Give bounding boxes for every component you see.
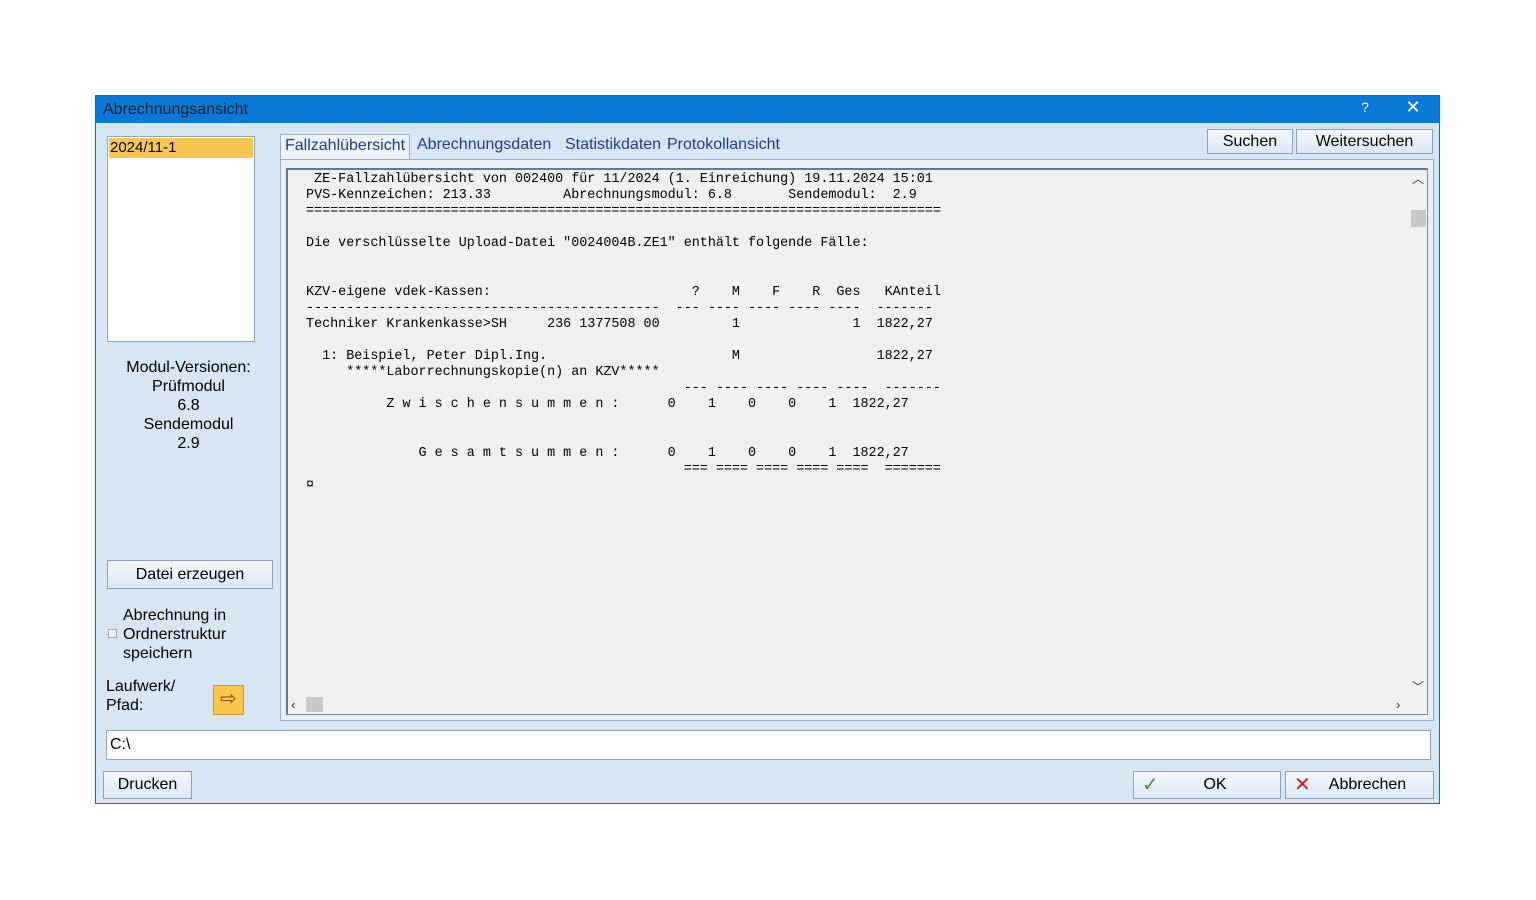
chevron-down-icon[interactable]: ﹀: [1412, 678, 1424, 695]
horizontal-scrollbar[interactable]: ‹ ›: [288, 696, 1411, 714]
ordnerstruktur-label: Abrechnung in Ordnerstruktur speichern: [123, 606, 226, 663]
list-item-period[interactable]: 2024/11-1: [109, 138, 253, 158]
pruefmodul-version: 6.8: [177, 397, 200, 414]
ordnerstruktur-label-line3: speichern: [123, 645, 193, 662]
horizontal-scroll-thumb[interactable]: [306, 697, 323, 712]
chevron-right-icon[interactable]: ›: [1396, 697, 1400, 712]
arrow-right-icon[interactable]: ⇨: [213, 685, 244, 715]
report-line: ¤: [298, 477, 315, 493]
chevron-left-icon[interactable]: ‹: [291, 697, 295, 712]
report-line: 1: Beispiel, Peter Dipl.Ing. M 1822,27: [298, 349, 933, 365]
module-versions: Modul-Versionen: Prüfmodul 6.8 Sendemodu…: [107, 358, 270, 453]
weitersuchen-button[interactable]: Weitersuchen: [1296, 129, 1433, 154]
laufwerk-pfad-label: Laufwerk/ Pfad:: [106, 677, 175, 715]
report-line: KZV-eigene vdek-Kassen: ? M F R Ges KAnt…: [298, 284, 941, 300]
period-list[interactable]: 2024/11-1: [107, 136, 255, 342]
sendemodul-label: Sendemodul: [143, 416, 234, 433]
report-line: [298, 413, 1408, 429]
report-text: ZE-Fallzahlübersicht von 002400 für 11/2…: [298, 172, 1408, 692]
ordnerstruktur-label-line2: Ordnerstruktur: [123, 626, 227, 643]
pruefmodul-label: Prüfmodul: [152, 378, 225, 395]
title-bar: Abrechnungsansicht ? ✕: [96, 96, 1439, 123]
report-line: G e s a m t s u m m e n : 0 1 0 0 1 1822…: [298, 445, 909, 461]
report-line: --- ---- ---- ---- ---- -------: [298, 381, 941, 397]
report-line: Techniker Krankenkasse>SH 236 1377508 00…: [298, 316, 933, 332]
report-line: ========================================…: [298, 204, 941, 220]
window-title: Abrechnungsansicht: [103, 101, 248, 118]
report-line: *****Laborrechnungskopie(n) an KZV*****: [298, 365, 660, 381]
report-line: Die verschlüsselte Upload-Datei "0024004…: [298, 236, 869, 252]
report-line: ----------------------------------------…: [298, 300, 933, 316]
ok-button-label: OK: [1203, 776, 1227, 793]
x-icon: ✕: [1294, 774, 1311, 796]
report-line: ZE-Fallzahlübersicht von 002400 für 11/2…: [298, 172, 933, 187]
suchen-button[interactable]: Suchen: [1207, 129, 1293, 154]
report-line: [298, 269, 1408, 285]
ordnerstruktur-label-line1: Abrechnung in: [123, 607, 227, 624]
drucken-button[interactable]: Drucken: [103, 771, 192, 799]
abbrechen-button-label: Abbrechen: [1328, 776, 1407, 793]
report-line: [298, 430, 1408, 446]
ordnerstruktur-checkbox[interactable]: [108, 629, 117, 638]
report-view[interactable]: ZE-Fallzahlübersicht von 002400 für 11/2…: [286, 168, 1428, 715]
help-button[interactable]: ?: [1354, 99, 1376, 119]
report-line: Z w i s c h e n s u m m e n : 0 1 0 0 1 …: [298, 397, 909, 413]
chevron-up-icon[interactable]: ︿: [1412, 170, 1424, 187]
module-versions-heading: Modul-Versionen:: [126, 359, 251, 376]
close-icon[interactable]: ✕: [1398, 97, 1428, 121]
report-line: [298, 333, 1408, 349]
check-icon: ✓: [1142, 774, 1159, 796]
abbrechen-button[interactable]: ✕ Abbrechen: [1285, 771, 1434, 799]
laufwerk-label-line2: Pfad:: [106, 697, 144, 714]
report-line: [298, 220, 1408, 236]
vertical-scroll-thumb[interactable]: [1411, 210, 1426, 227]
vertical-scrollbar[interactable]: ︿ ﹀: [1410, 170, 1427, 695]
tab-protokollansicht[interactable]: Protokollansicht: [667, 136, 780, 154]
report-line: === ==== ==== ==== ==== =======: [298, 461, 941, 477]
path-input[interactable]: C:\: [106, 730, 1431, 760]
dialog-window: Abrechnungsansicht ? ✕ 2024/11-1 Modul-V…: [95, 95, 1440, 804]
sendemodul-version: 2.9: [177, 435, 200, 452]
tab-panel: ZE-Fallzahlübersicht von 002400 für 11/2…: [280, 159, 1434, 721]
report-line: PVS-Kennzeichen: 213.33 Abrechnungsmodul…: [298, 188, 917, 204]
tab-statistikdaten[interactable]: Statistikdaten: [565, 136, 661, 154]
datei-erzeugen-button[interactable]: Datei erzeugen: [107, 560, 273, 589]
report-line: [298, 252, 1408, 268]
ok-button[interactable]: ✓ OK: [1133, 771, 1281, 799]
laufwerk-label-line1: Laufwerk/: [106, 678, 176, 695]
tab-fallzahluebersicht[interactable]: Fallzahlübersicht: [280, 134, 411, 160]
tab-abrechnungsdaten[interactable]: Abrechnungsdaten: [417, 136, 551, 154]
